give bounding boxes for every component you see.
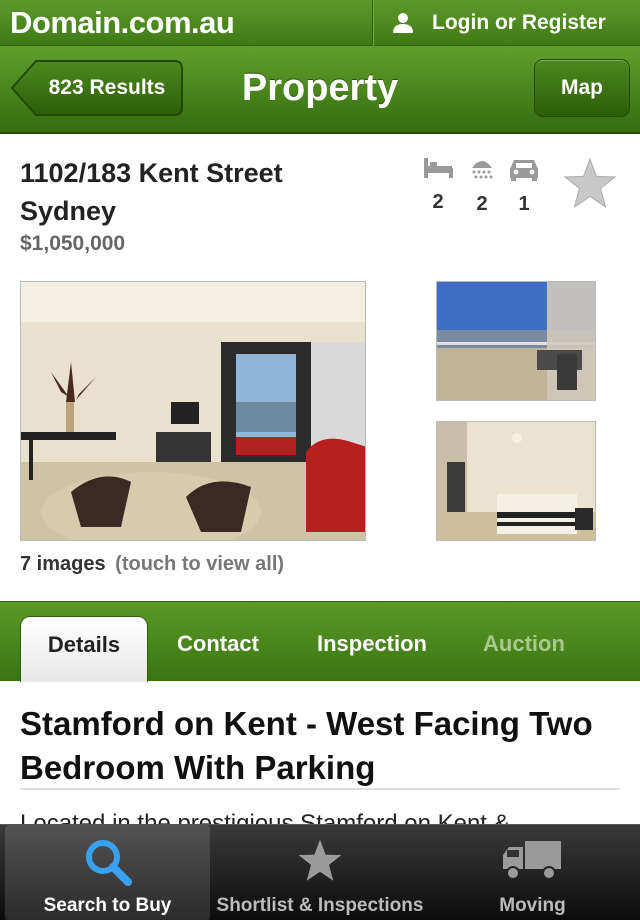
domain-logo[interactable]: Domain.com.au bbox=[10, 5, 235, 41]
brand-bar: Domain.com.au Login or Register bbox=[0, 0, 640, 46]
address-line-2: Sydney bbox=[20, 196, 117, 226]
star-icon bbox=[563, 157, 617, 209]
image-count-hint: (touch to view all) bbox=[115, 553, 285, 575]
shortlist-star-button[interactable] bbox=[562, 157, 618, 216]
shower-icon bbox=[472, 161, 493, 179]
photo-balcony-view[interactable] bbox=[436, 281, 596, 401]
parking-feature: 1 bbox=[506, 156, 542, 216]
divider bbox=[20, 788, 620, 790]
photo-bedroom[interactable] bbox=[436, 421, 596, 541]
main-photo-living-room[interactable] bbox=[20, 281, 366, 541]
bathrooms-feature: 2 bbox=[464, 156, 500, 216]
page-title: Property bbox=[241, 67, 399, 109]
bathrooms-count: 2 bbox=[476, 193, 488, 215]
moving-label: Moving bbox=[499, 895, 566, 916]
map-button[interactable]: Map bbox=[534, 59, 630, 117]
details-tab-bar: Details Contact Inspection Auction bbox=[0, 601, 640, 682]
bottom-tab-shortlist[interactable]: Shortlist & Inspections bbox=[215, 825, 425, 920]
search-icon bbox=[86, 840, 132, 886]
truck-icon bbox=[503, 841, 561, 880]
login-register-label: Login or Register bbox=[432, 11, 606, 34]
back-button-label: 823 Results bbox=[48, 76, 166, 99]
nav-bar: 823 Results Property Map bbox=[0, 46, 640, 134]
tab-auction[interactable]: Auction bbox=[468, 616, 580, 682]
listing-headline: Stamford on Kent - West Facing Two Bedro… bbox=[20, 705, 593, 786]
tab-details[interactable]: Details bbox=[20, 616, 148, 682]
search-to-buy-label: Search to Buy bbox=[43, 895, 172, 916]
user-icon bbox=[393, 13, 413, 33]
shortlist-inspections-label: Shortlist & Inspections bbox=[216, 895, 424, 916]
bottom-tab-bar: Search to Buy Shortlist & Inspections Mo… bbox=[0, 824, 640, 920]
tab-contact[interactable]: Contact bbox=[160, 616, 276, 682]
property-address: 1102/183 Kent Street Sydney bbox=[20, 154, 410, 230]
property-price: $1,050,000 bbox=[20, 232, 126, 255]
address-line-1: 1102/183 Kent Street bbox=[20, 158, 283, 188]
bed-icon bbox=[424, 158, 453, 178]
bedrooms-feature: 2 bbox=[420, 156, 456, 214]
parking-count: 1 bbox=[518, 193, 530, 215]
login-register-button[interactable]: Login or Register bbox=[392, 0, 606, 46]
car-icon bbox=[510, 160, 538, 181]
bottom-tab-moving[interactable]: Moving bbox=[430, 825, 635, 920]
image-count[interactable]: 7 images (touch to view all) bbox=[20, 553, 284, 576]
star-icon bbox=[298, 839, 342, 881]
listing-description: Located in the prestigious Stamford on K… bbox=[20, 810, 510, 824]
tab-inspection[interactable]: Inspection bbox=[300, 616, 444, 682]
bottom-tab-search-to-buy[interactable]: Search to Buy bbox=[5, 825, 210, 920]
back-results-button[interactable]: 823 Results bbox=[10, 59, 184, 117]
brand-divider bbox=[372, 0, 374, 46]
image-count-label: 7 images bbox=[20, 553, 106, 575]
bedrooms-count: 2 bbox=[432, 191, 444, 213]
